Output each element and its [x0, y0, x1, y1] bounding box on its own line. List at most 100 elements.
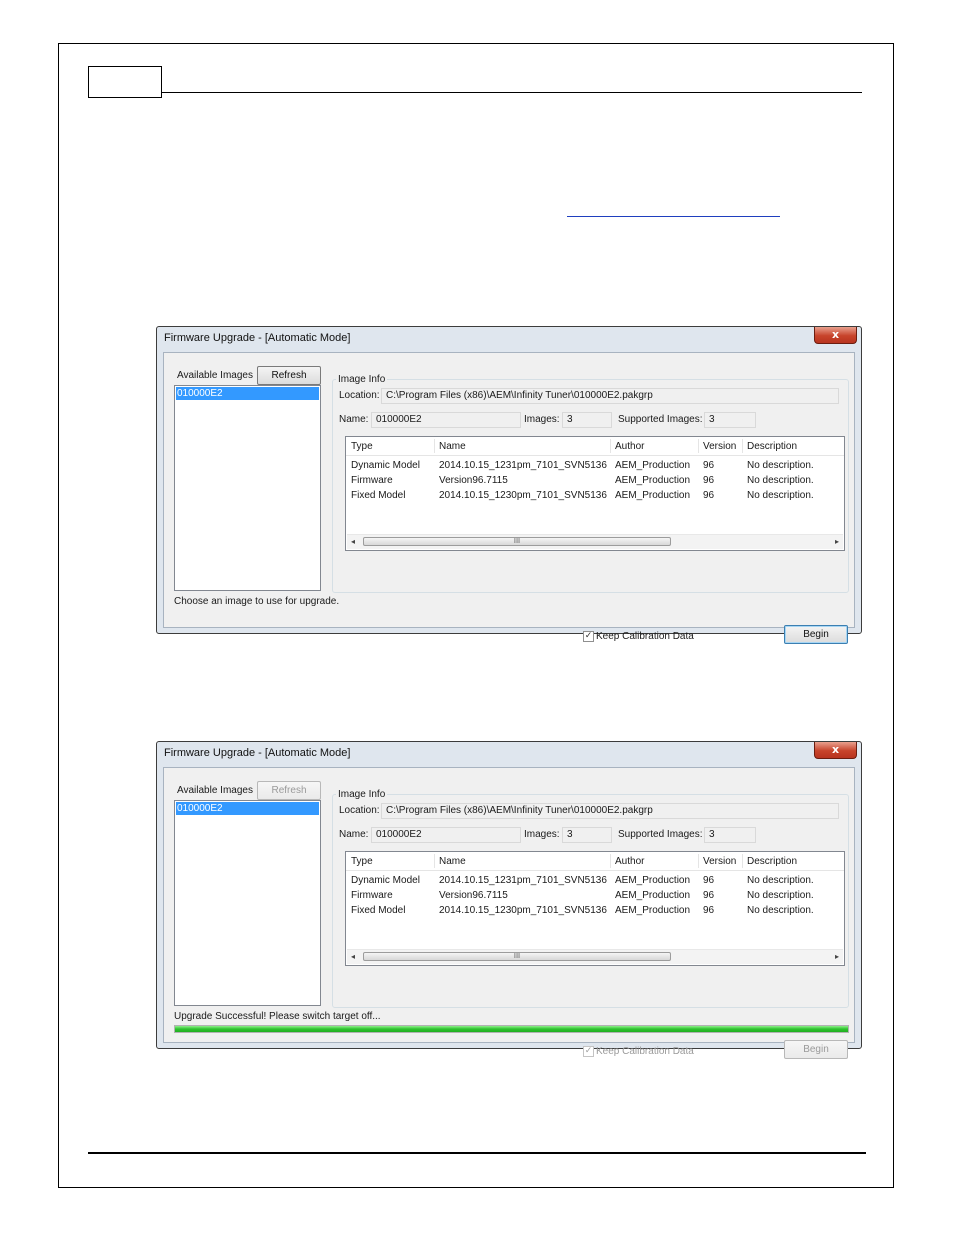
column-header-type[interactable]: Type: [351, 441, 373, 452]
available-images-list[interactable]: 010000E2: [174, 800, 321, 1006]
column-header-author[interactable]: Author: [615, 441, 644, 452]
checkmark-icon: ✓: [584, 1046, 593, 1056]
list-item[interactable]: 010000E2: [176, 802, 319, 815]
firmware-upgrade-dialog-1: Firmware Upgrade - [Automatic Mode] x Av…: [156, 326, 862, 644]
table-header: Type Name Author Version Description: [346, 852, 844, 871]
name-field: 010000E2: [371, 412, 521, 428]
scroll-left-icon[interactable]: ◂: [351, 537, 355, 546]
status-text: Upgrade Successful! Please switch target…: [174, 1011, 381, 1022]
dialog-client-area: Available Images Refresh 010000E2 Image …: [163, 352, 855, 644]
location-field: C:\Program Files (x86)\AEM\Infinity Tune…: [381, 803, 839, 819]
image-contents-table[interactable]: Type Name Author Version Description Dyn…: [345, 436, 845, 551]
cell-description: No description.: [747, 875, 814, 886]
header-rule: [162, 92, 862, 93]
scroll-right-icon[interactable]: ▸: [835, 952, 839, 961]
available-images-label: Available Images: [177, 785, 253, 796]
scroll-thumb[interactable]: III: [363, 952, 671, 961]
cell-version: 96: [703, 490, 715, 501]
cell-name: 2014.10.15_1230pm_7101_SVN5136: [439, 490, 607, 501]
cell-description: No description.: [747, 890, 814, 901]
dialog-client-area: Available Images Refresh 010000E2 Image …: [163, 767, 855, 1059]
close-button[interactable]: x: [814, 742, 857, 759]
horizontal-scrollbar[interactable]: ◂ III ▸: [347, 534, 843, 549]
column-header-description[interactable]: Description: [747, 856, 797, 867]
dialog-title: Firmware Upgrade - [Automatic Mode]: [164, 332, 351, 344]
refresh-button[interactable]: Refresh: [257, 781, 321, 800]
scroll-right-icon[interactable]: ▸: [835, 537, 839, 546]
list-item[interactable]: 010000E2: [176, 387, 319, 400]
table-header: Type Name Author Version Description: [346, 437, 844, 456]
name-label: Name:: [339, 829, 369, 840]
location-label: Location:: [339, 805, 380, 816]
images-field: 3: [562, 412, 612, 428]
begin-button[interactable]: Begin: [784, 625, 848, 644]
cell-type: Dynamic Model: [351, 875, 420, 886]
name-label: Name:: [339, 414, 369, 425]
close-button[interactable]: x: [814, 327, 857, 344]
column-header-name[interactable]: Name: [439, 856, 466, 867]
cell-version: 96: [703, 905, 715, 916]
cell-description: No description.: [747, 905, 814, 916]
horizontal-scrollbar[interactable]: ◂ III ▸: [347, 949, 843, 964]
column-header-author[interactable]: Author: [615, 856, 644, 867]
column-header-description[interactable]: Description: [747, 441, 797, 452]
cell-author: AEM_Production: [615, 490, 691, 501]
available-images-list[interactable]: 010000E2: [174, 385, 321, 591]
supported-images-label: Supported Images:: [618, 829, 703, 840]
cell-name: Version96.7115: [439, 475, 508, 486]
cell-name: 2014.10.15_1231pm_7101_SVN5136: [439, 460, 607, 471]
cell-name: Version96.7115: [439, 890, 508, 901]
keep-calibration-checkbox[interactable]: ✓: [583, 1046, 594, 1057]
column-header-version[interactable]: Version: [703, 856, 736, 867]
image-info-label: Image Info: [336, 374, 388, 385]
cell-description: No description.: [747, 460, 814, 471]
firmware-upgrade-dialog-2: Firmware Upgrade - [Automatic Mode] x Av…: [156, 741, 862, 1059]
keep-calibration-label[interactable]: Keep Calibration Data: [596, 631, 694, 642]
column-header-name[interactable]: Name: [439, 441, 466, 452]
supported-images-field: 3: [704, 412, 756, 428]
location-label: Location:: [339, 390, 380, 401]
cell-type: Firmware: [351, 890, 393, 901]
progress-fill: [175, 1026, 848, 1032]
image-contents-table[interactable]: Type Name Author Version Description Dyn…: [345, 851, 845, 966]
checkmark-icon: ✓: [584, 631, 593, 641]
cell-version: 96: [703, 475, 715, 486]
upgrade-progress-bar: [174, 1025, 849, 1033]
scroll-thumb[interactable]: III: [363, 537, 671, 546]
image-info-label: Image Info: [336, 789, 388, 800]
header-page-box: [88, 66, 162, 98]
cell-type: Dynamic Model: [351, 460, 420, 471]
cell-description: No description.: [747, 490, 814, 501]
column-header-type[interactable]: Type: [351, 856, 373, 867]
supported-images-label: Supported Images:: [618, 414, 703, 425]
cell-name: 2014.10.15_1230pm_7101_SVN5136: [439, 905, 607, 916]
footer-rule: [88, 1152, 866, 1154]
hyperlink-underline[interactable]: [567, 216, 780, 217]
available-images-label: Available Images: [177, 370, 253, 381]
cell-author: AEM_Production: [615, 890, 691, 901]
status-text: Choose an image to use for upgrade.: [174, 596, 340, 607]
cell-author: AEM_Production: [615, 905, 691, 916]
refresh-button[interactable]: Refresh: [257, 366, 321, 385]
keep-calibration-checkbox[interactable]: ✓: [583, 631, 594, 642]
cell-type: Fixed Model: [351, 905, 406, 916]
images-field: 3: [562, 827, 612, 843]
cell-description: No description.: [747, 475, 814, 486]
images-label: Images:: [524, 414, 560, 425]
keep-calibration-label[interactable]: Keep Calibration Data: [596, 1046, 694, 1057]
begin-button[interactable]: Begin: [784, 1040, 848, 1059]
location-field: C:\Program Files (x86)\AEM\Infinity Tune…: [381, 388, 839, 404]
cell-version: 96: [703, 460, 715, 471]
images-label: Images:: [524, 829, 560, 840]
scroll-left-icon[interactable]: ◂: [351, 952, 355, 961]
cell-version: 96: [703, 890, 715, 901]
cell-author: AEM_Production: [615, 875, 691, 886]
supported-images-field: 3: [704, 827, 756, 843]
cell-author: AEM_Production: [615, 460, 691, 471]
dialog-title: Firmware Upgrade - [Automatic Mode]: [164, 747, 351, 759]
cell-author: AEM_Production: [615, 475, 691, 486]
name-field: 010000E2: [371, 827, 521, 843]
column-header-version[interactable]: Version: [703, 441, 736, 452]
cell-type: Firmware: [351, 475, 393, 486]
cell-version: 96: [703, 875, 715, 886]
